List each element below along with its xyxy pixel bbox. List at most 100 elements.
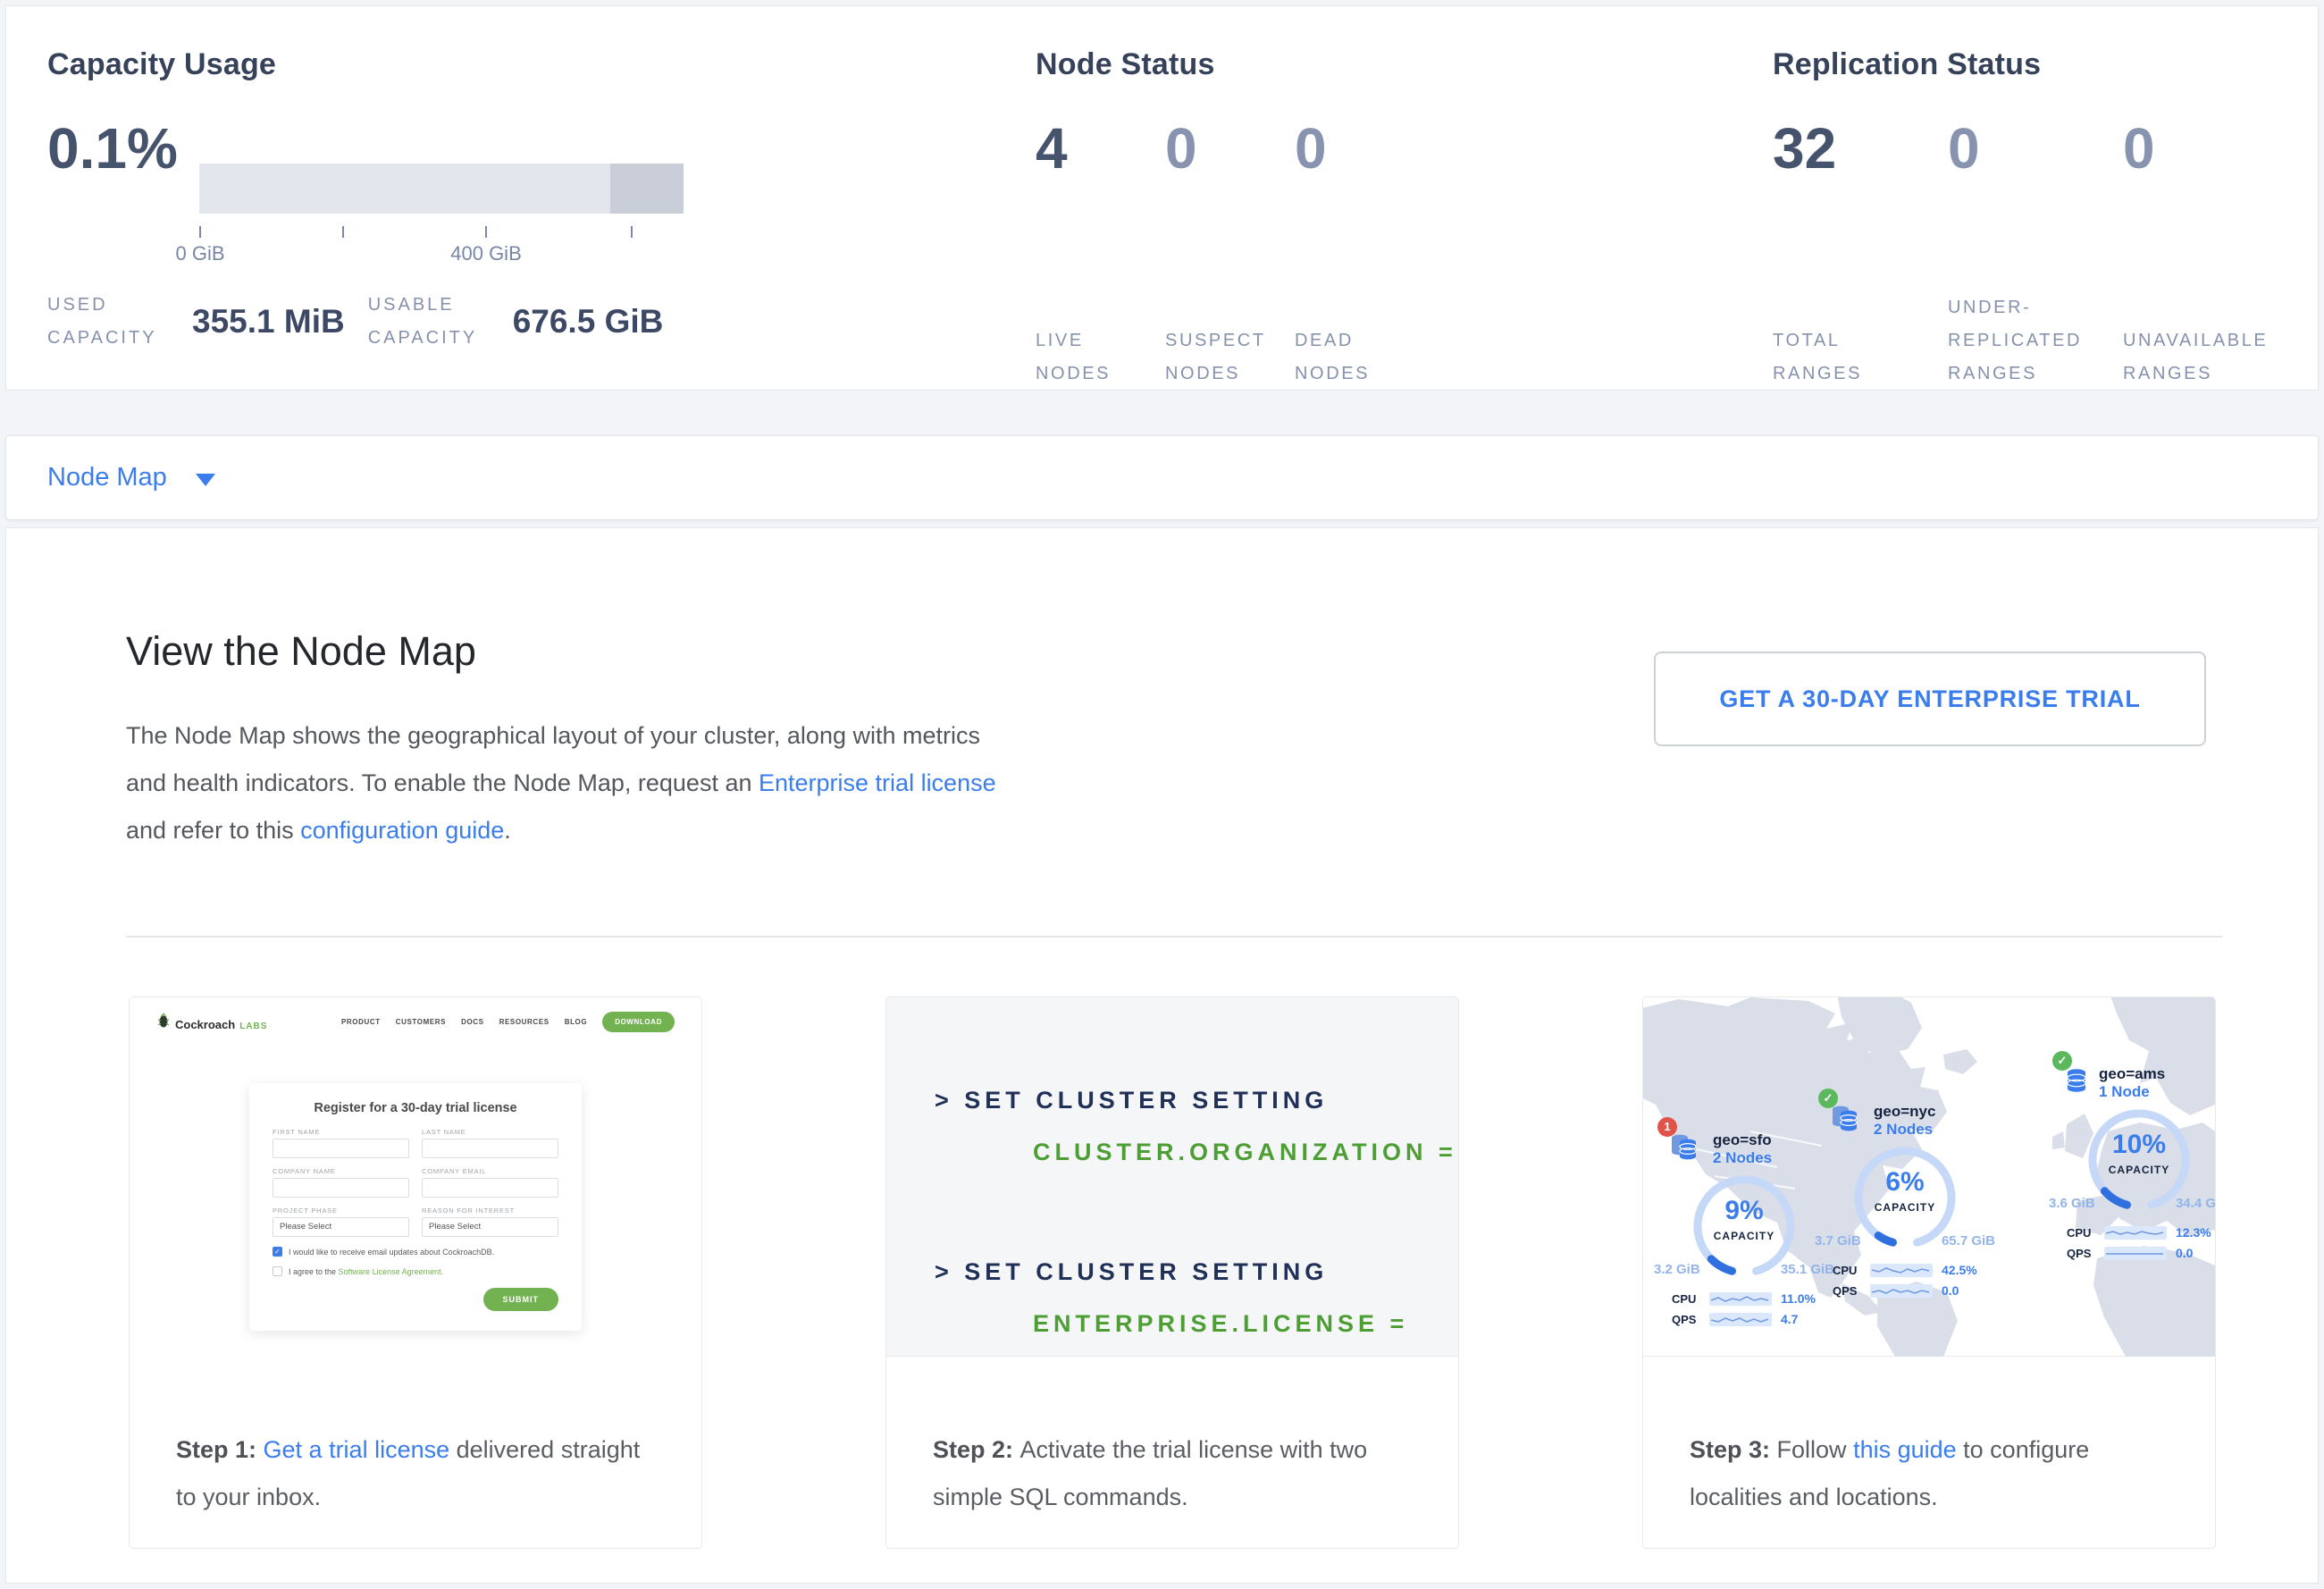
capacity-tick	[631, 226, 633, 238]
capacity-bar-reserved-segment	[610, 164, 684, 214]
get-trial-license-link[interactable]: Get a trial license	[264, 1436, 450, 1463]
cluster-name: geo=sfo	[1713, 1131, 1772, 1149]
divider	[126, 936, 2222, 937]
unavailable-ranges-count: 0	[2123, 115, 2298, 181]
dead-nodes-count: 0	[1295, 115, 1424, 181]
capacity-percent: 0.1%	[47, 115, 178, 181]
sql-cluster-organization: CLUSTER.ORGANIZATION =	[1033, 1139, 1457, 1166]
suspect-nodes-count: 0	[1165, 115, 1295, 181]
mini-nav-product: PRODUCT	[341, 1018, 381, 1026]
capacity-gauge: 10% CAPACITY 3.6 GiB 34.4 GiB	[2063, 1106, 2215, 1219]
qps-sparkline	[2104, 1247, 2167, 1260]
configuration-guide-link[interactable]: configuration guide	[300, 817, 504, 844]
mini-nav-resources: RESOURCES	[499, 1018, 550, 1026]
mini-company-name-input	[273, 1178, 409, 1198]
capacity-percent: 10%	[2085, 1130, 2193, 1160]
usable-capacity-value: 676.5 GiB	[513, 303, 664, 340]
brand-labs-text: LABS	[239, 1022, 267, 1031]
step-1-card: Cockroach LABS PRODUCT CUSTOMERS DOCS RE…	[129, 996, 702, 1549]
node-status-title: Node Status	[1036, 47, 1215, 82]
unavailable-ranges-label: UNAVAILABLE RANGES	[2123, 324, 2302, 391]
capacity-tick-label: 400 GiB	[415, 242, 558, 265]
capacity-max: 34.4 GiB	[2176, 1196, 2216, 1211]
mini-nav-customers: CUSTOMERS	[396, 1018, 446, 1026]
mini-trial-form: Register for a 30-day trial license FIRS…	[249, 1083, 582, 1331]
nodes-icon	[1829, 1103, 1865, 1135]
qps-value: 0.0	[2176, 1246, 2193, 1260]
qps-metric: QPS 0.0	[2067, 1246, 2215, 1260]
cluster-node-count: 2 Nodes	[1713, 1149, 1772, 1167]
sql-set-cluster-setting-2: > SET CLUSTER SETTING	[935, 1258, 1328, 1286]
step-3-caption: Step 3: Follow this guide to configure l…	[1643, 1357, 2215, 1521]
capacity-usage-title: Capacity Usage	[47, 47, 276, 82]
cluster-name: geo=nyc	[1874, 1103, 1935, 1121]
ok-badge: ✓	[2052, 1051, 2072, 1071]
mini-check2-text: I agree to the Software License Agreemen…	[289, 1267, 443, 1276]
sql-enterprise-license: ENTERPRISE.LICENSE =	[1033, 1310, 1408, 1338]
cpu-label: CPU	[1833, 1264, 1870, 1277]
capacity-min: 3.6 GiB	[2049, 1196, 2095, 1211]
node-map-onboarding-panel: View the Node Map The Node Map shows the…	[5, 527, 2319, 1584]
capacity-percent: 9%	[1691, 1196, 1798, 1226]
mini-last-name-input	[422, 1139, 558, 1158]
mini-field-label: REASON FOR INTEREST	[422, 1206, 558, 1215]
enterprise-trial-license-link[interactable]: Enterprise trial license	[759, 769, 996, 796]
mini-submit-button: SUBMIT	[483, 1288, 559, 1311]
cpu-sparkline	[1870, 1264, 1933, 1277]
qps-sparkline	[1709, 1313, 1772, 1326]
capacity-max: 35.1 GiB	[1781, 1262, 1834, 1277]
capacity-tick	[485, 226, 487, 238]
replication-status-title: Replication Status	[1773, 47, 2041, 82]
under-replicated-ranges-count: 0	[1948, 115, 2123, 181]
capacity-min: 3.7 GiB	[1815, 1233, 1861, 1248]
under-replicated-ranges-label: UNDER-REPLICATED RANGES	[1948, 291, 2118, 391]
map-cluster-nyc: ✓ geo=nyc 2 Nodes	[1829, 1103, 1981, 1298]
mini-company-email-input	[422, 1178, 558, 1198]
cluster-node-count: 1 Node	[2099, 1083, 2165, 1101]
capacity-tick	[199, 226, 201, 238]
used-capacity-value: 355.1 MiB	[192, 303, 345, 340]
cockroach-labs-logo: Cockroach LABS	[156, 1013, 267, 1031]
capacity-label: CAPACITY	[2085, 1164, 2193, 1176]
live-nodes-label: LIVE NODES	[1036, 324, 1143, 391]
capacity-max: 65.7 GiB	[1942, 1233, 1995, 1248]
qps-value: 0.0	[1942, 1283, 1959, 1298]
suspect-nodes-label: SUSPECT NODES	[1165, 324, 1286, 391]
get-enterprise-trial-button[interactable]: GET A 30-DAY ENTERPRISE TRIAL	[1654, 652, 2206, 746]
chevron-down-icon[interactable]	[196, 474, 215, 486]
step-1-thumbnail: Cockroach LABS PRODUCT CUSTOMERS DOCS RE…	[130, 997, 701, 1357]
view-selector-bar[interactable]: Node Map	[5, 435, 2319, 520]
mini-field-label: COMPANY NAME	[273, 1167, 409, 1175]
usable-capacity-label: USABLE CAPACITY	[368, 289, 513, 355]
mini-nav-blog: BLOG	[565, 1018, 588, 1026]
qps-sparkline	[1870, 1284, 1933, 1298]
qps-label: QPS	[1833, 1284, 1870, 1298]
capacity-bar	[199, 164, 684, 214]
step-3-label: Step 3:	[1690, 1436, 1777, 1463]
this-guide-link[interactable]: this guide	[1853, 1436, 1957, 1463]
total-ranges-label: TOTAL RANGES	[1773, 324, 1898, 391]
cpu-sparkline	[2104, 1226, 2167, 1240]
page-title: View the Node Map	[126, 628, 476, 675]
cockroach-icon	[156, 1013, 171, 1029]
step-1-label: Step 1:	[176, 1436, 264, 1463]
mini-nav-docs: DOCS	[461, 1018, 484, 1026]
capacity-tick-label: 0 GiB	[129, 242, 272, 265]
mini-check2-pre: I agree to the	[289, 1267, 339, 1276]
node-map-selector[interactable]: Node Map	[47, 463, 167, 492]
step-3-text: Follow	[1777, 1436, 1854, 1463]
capacity-label: CAPACITY	[1691, 1230, 1798, 1242]
cluster-summary-panel: Capacity Usage 0.1% 0 GiB 400 GiB USED C…	[5, 5, 2319, 391]
mini-first-name-input	[273, 1139, 409, 1158]
cluster-node-count: 2 Nodes	[1874, 1121, 1935, 1139]
capacity-label: CAPACITY	[1851, 1201, 1959, 1214]
step-2-caption: Step 2: Activate the trial license with …	[886, 1357, 1458, 1521]
qps-label: QPS	[2067, 1247, 2104, 1260]
intro-text: and refer to this	[126, 817, 300, 844]
capacity-gauge: 6% CAPACITY 3.7 GiB 65.7 GiB	[1829, 1144, 1981, 1257]
mini-project-phase-select: Please Select	[273, 1217, 409, 1237]
cpu-value: 12.3%	[2176, 1225, 2211, 1240]
capacity-tick	[342, 226, 344, 238]
step-2-label: Step 2:	[933, 1436, 1020, 1463]
node-icon	[2063, 1065, 2090, 1097]
